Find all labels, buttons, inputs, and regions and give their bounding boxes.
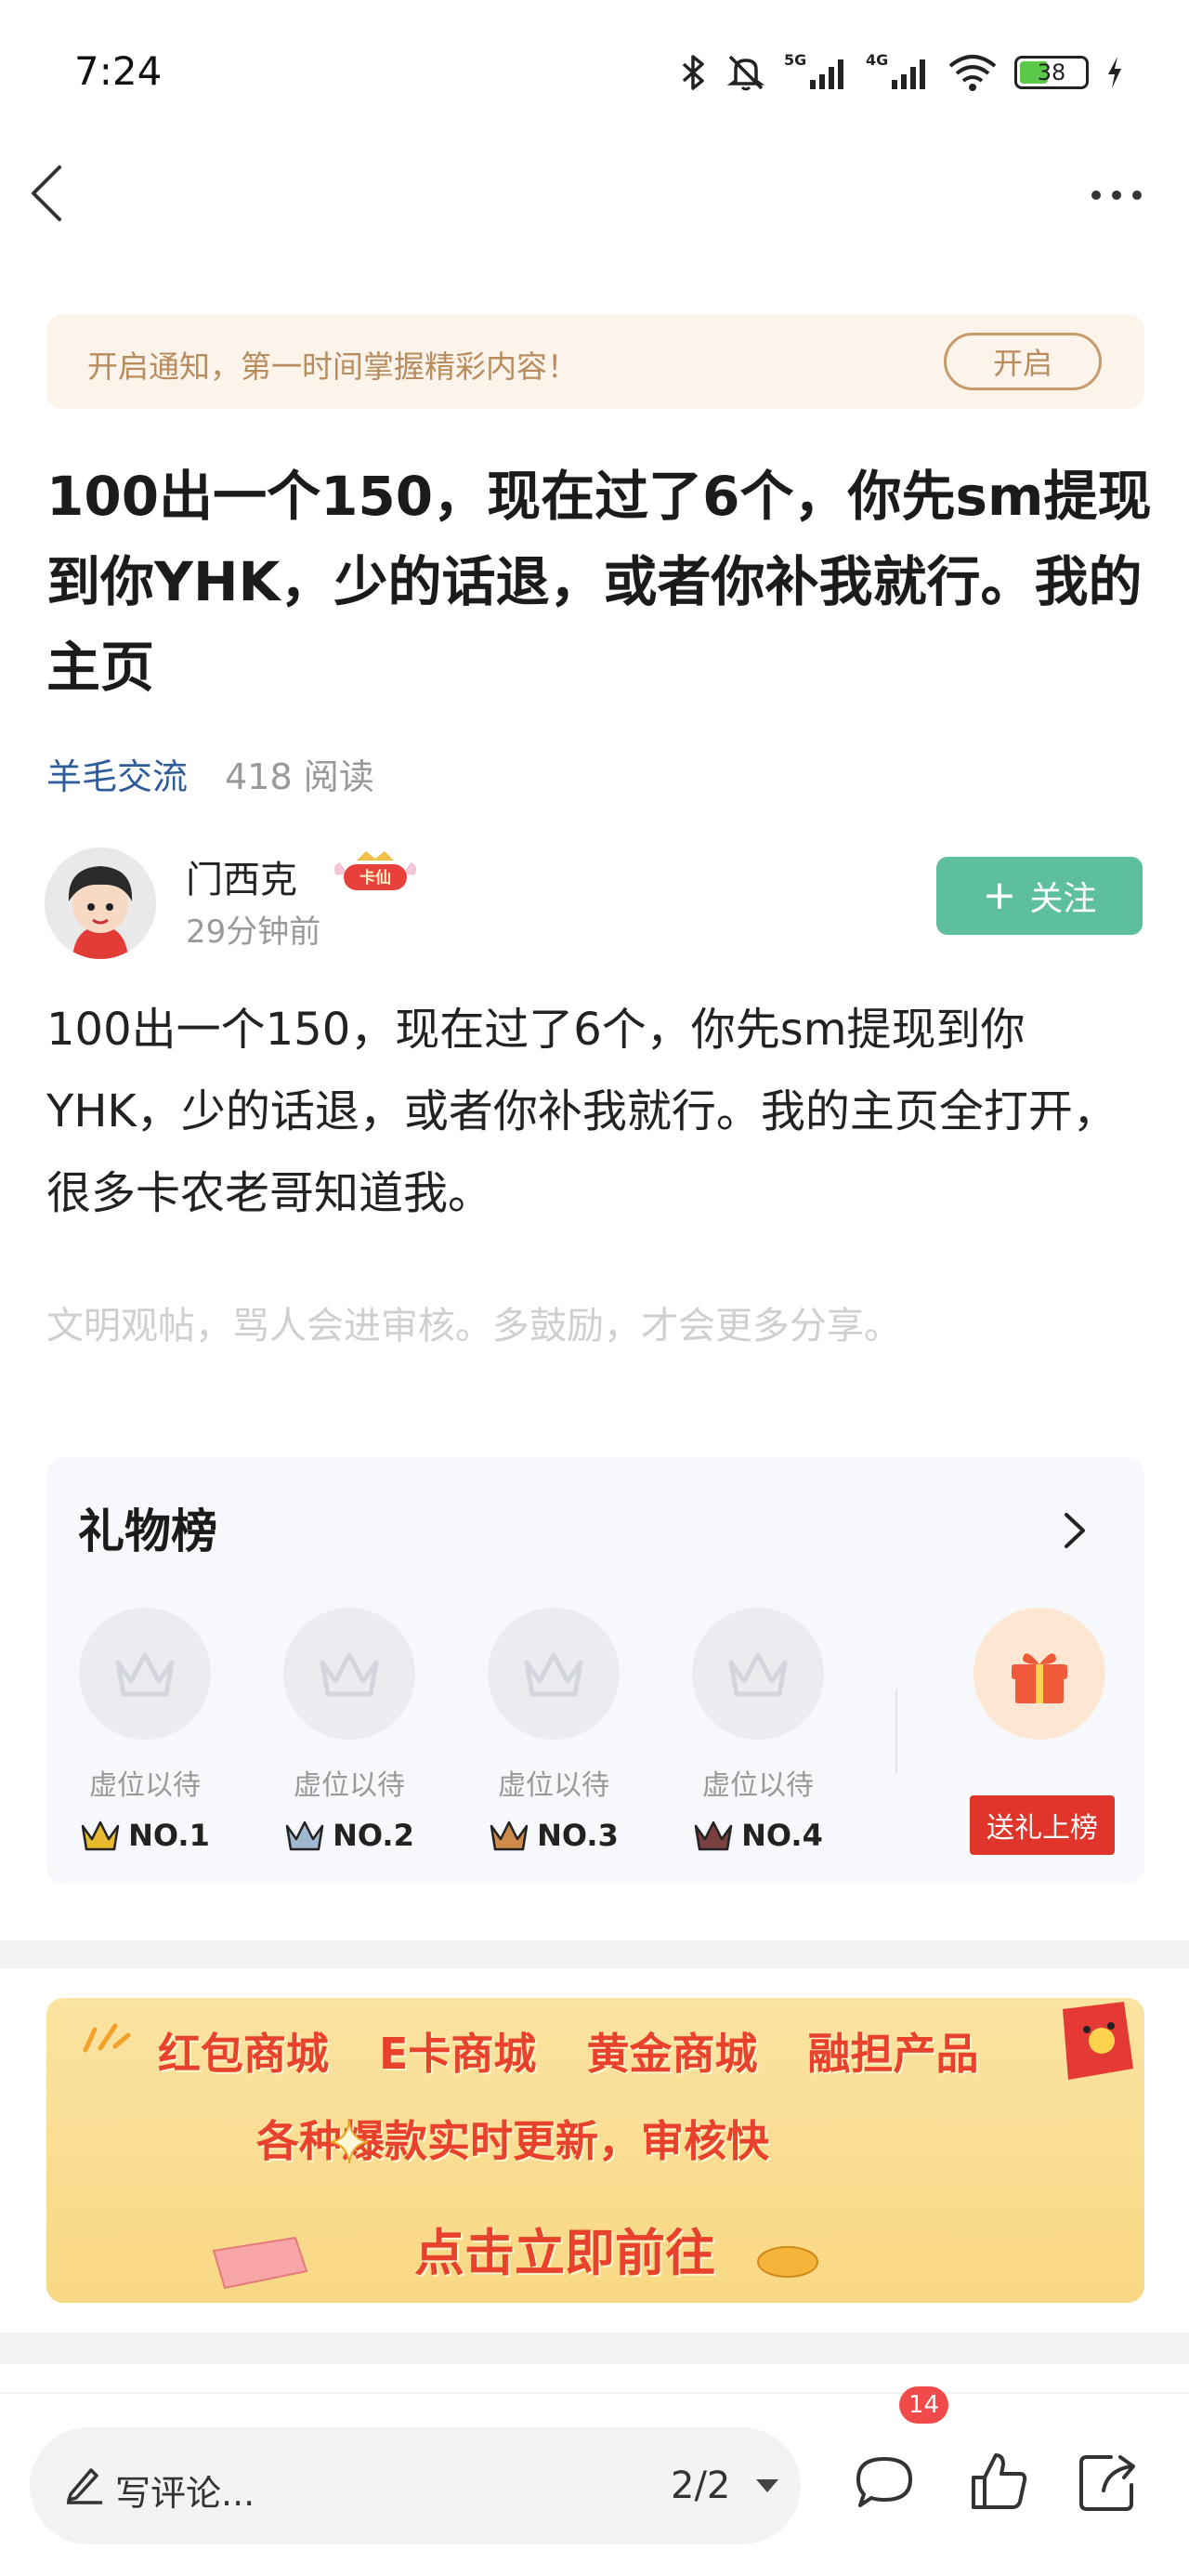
slot-label: 虚位以待 (294, 1769, 405, 1802)
gift-box-icon[interactable] (973, 1608, 1105, 1740)
coin-icon (757, 2246, 818, 2278)
network-4g-label: 4G (866, 52, 888, 69)
gift-slot-3[interactable]: 虚位以待 NO.3 (479, 1608, 628, 1853)
chevron-right-icon[interactable] (1061, 1509, 1089, 1552)
mute-bell-icon (725, 53, 767, 92)
level-badge: 卡仙 (329, 848, 422, 896)
crown-placeholder-icon (283, 1608, 415, 1740)
promo-category: 融担产品 (807, 2029, 979, 2079)
bluetooth-icon (680, 54, 708, 91)
section-divider (0, 2333, 1189, 2364)
slot-label: 虚位以待 (702, 1769, 814, 1802)
promo-cta[interactable]: 点击立即前往 (414, 2212, 715, 2285)
enable-notification-button[interactable]: 开启 (944, 333, 1102, 390)
gift-slot-4[interactable]: 虚位以待 NO.4 (684, 1608, 832, 1853)
slot-label: 虚位以待 (89, 1769, 201, 1802)
rank-label: NO.4 (741, 1818, 823, 1853)
thumbs-up-icon[interactable] (966, 2448, 1033, 2515)
promo-category: E卡商城 (379, 2029, 537, 2079)
crown-icon (694, 1820, 733, 1851)
crown-placeholder-icon (79, 1608, 211, 1740)
post-time: 29分钟前 (186, 913, 321, 951)
rank-label: NO.1 (128, 1818, 210, 1853)
plus-icon: + (982, 872, 1017, 919)
status-bar: 7:24 5G 4G 38 (0, 0, 1189, 149)
badge-label: 卡仙 (359, 868, 391, 887)
comment-placeholder: 写评论... (115, 2473, 255, 2514)
more-options-icon[interactable] (1089, 186, 1144, 204)
caret-down-icon[interactable] (754, 2477, 780, 2494)
follow-label: 关注 (1029, 880, 1097, 918)
post-meta: 羊毛交流 418 阅读 (46, 748, 374, 799)
share-icon[interactable] (1074, 2448, 1141, 2515)
signal-5g-icon: 5G (784, 52, 849, 93)
page-indicator[interactable]: 2/2 (671, 2464, 730, 2507)
gift-divider (895, 1689, 897, 1773)
topic-link[interactable]: 羊毛交流 (46, 756, 188, 797)
bottom-action-bar: 写评论... 2/2 (0, 2392, 1189, 2576)
comment-input[interactable]: 写评论... 2/2 (30, 2427, 801, 2544)
gift-board-title: 礼物榜 (78, 1505, 217, 1558)
post-body: 100出一个150，现在过了6个，你先sm提现到你YHK，少的话退，或者你补我就… (46, 1004, 1117, 1219)
banknote-icon (212, 2236, 308, 2290)
rank-label: NO.3 (537, 1818, 619, 1853)
rank-badge: NO.4 (684, 1818, 832, 1853)
battery-level: 38 (1037, 59, 1066, 85)
red-envelope-mascot-icon (1063, 2002, 1133, 2080)
rank-label: NO.2 (333, 1818, 414, 1853)
author-name[interactable]: 门西克 (186, 849, 297, 903)
status-time: 7:24 (74, 48, 163, 94)
star-sparkle-icon (330, 2120, 369, 2164)
notification-banner: 开启通知，第一时间掌握精彩内容！ 开启 (46, 314, 1144, 409)
network-5g-label: 5G (784, 52, 806, 69)
rank-badge: NO.1 (71, 1818, 219, 1853)
gift-slot-2[interactable]: 虚位以待 NO.2 (275, 1608, 424, 1853)
post-title: 100出一个150，现在过了6个，你先sm提现到你YHK，少的话退，或者你补我就… (46, 465, 1152, 699)
civility-hint: 文明观帖，骂人会进审核。多鼓励，才会更多分享。 (46, 1305, 901, 1347)
crown-icon (285, 1820, 324, 1851)
crown-placeholder-icon (488, 1608, 620, 1740)
crown-icon (81, 1820, 120, 1851)
send-gift-button[interactable]: 送礼上榜 (970, 1795, 1115, 1855)
section-divider (0, 1940, 1189, 1968)
follow-button[interactable]: + 关注 (936, 857, 1143, 935)
promo-categories: 红包商城 E卡商城 黄金商城 融担产品 (158, 2020, 978, 2082)
avatar[interactable] (45, 848, 156, 959)
back-arrow-icon[interactable] (26, 164, 67, 223)
sparkle-lines-icon (83, 2023, 131, 2053)
crown-placeholder-icon (692, 1608, 824, 1740)
crown-icon (490, 1820, 529, 1851)
status-icons: 5G 4G 38 (680, 52, 1124, 93)
pencil-icon (67, 2468, 102, 2504)
promo-category: 红包商城 (158, 2029, 329, 2079)
gift-board[interactable]: 礼物榜 虚位以待 NO.1 虚位以待 NO.2 虚位以待 NO.3 虚位以待 N… (46, 1457, 1144, 1885)
comment-bubble-icon[interactable] (851, 2448, 918, 2515)
signal-4g-icon: 4G (866, 52, 931, 93)
promo-banner[interactable]: 红包商城 E卡商城 黄金商城 融担产品 各种爆款实时更新，审核快 点击立即前往 (46, 1998, 1144, 2303)
wifi-icon (947, 53, 998, 92)
gift-slot-1[interactable]: 虚位以待 NO.1 (71, 1608, 219, 1853)
rank-badge: NO.3 (479, 1818, 628, 1853)
read-count: 418 阅读 (225, 756, 374, 797)
promo-category: 黄金商城 (586, 2029, 758, 2079)
comment-count-badge: 14 (899, 2386, 949, 2424)
charging-icon (1105, 55, 1124, 90)
battery-icon: 38 (1014, 56, 1089, 89)
slot-label: 虚位以待 (498, 1769, 609, 1802)
rank-badge: NO.2 (275, 1818, 424, 1853)
notification-text: 开启通知，第一时间掌握精彩内容！ (87, 348, 578, 385)
